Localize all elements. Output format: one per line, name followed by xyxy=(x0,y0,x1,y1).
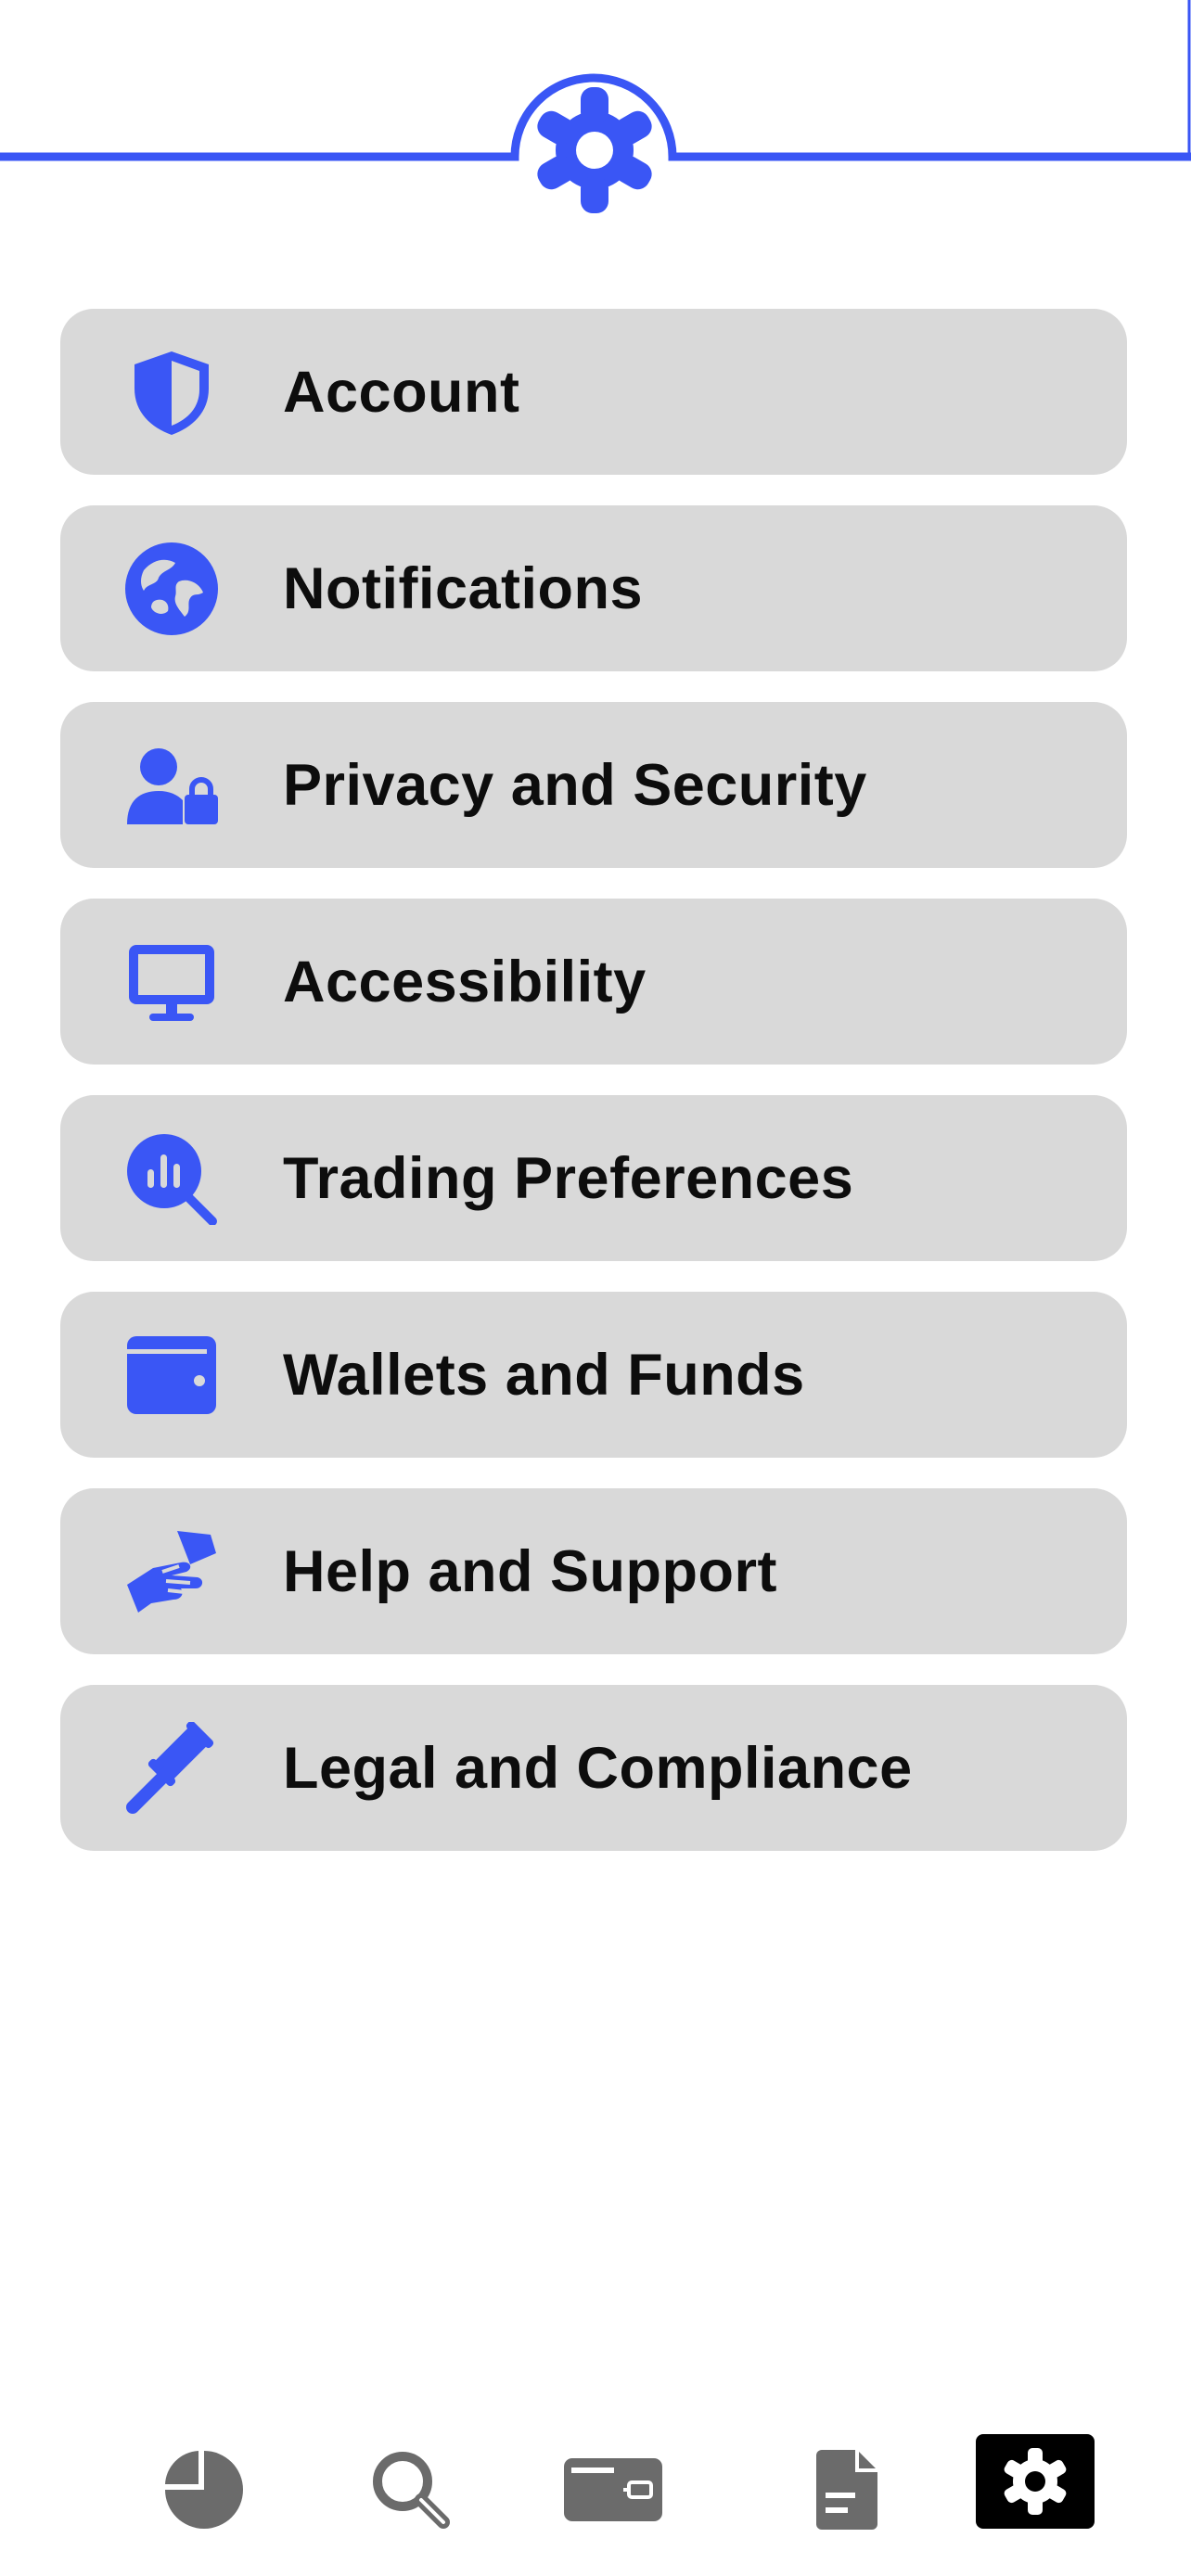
menu-item-accessibility[interactable]: Accessibility xyxy=(60,899,1127,1065)
handshake-icon xyxy=(125,1525,218,1618)
menu-item-label: Help and Support xyxy=(283,1538,777,1604)
header xyxy=(0,0,1191,223)
menu-item-wallets-funds[interactable]: Wallets and Funds xyxy=(60,1292,1127,1458)
document-icon xyxy=(816,2450,877,2530)
globe-icon xyxy=(125,542,218,635)
menu-item-label: Privacy and Security xyxy=(283,752,867,818)
menu-item-trading-preferences[interactable]: Trading Preferences xyxy=(60,1095,1127,1261)
menu-item-label: Wallets and Funds xyxy=(283,1342,805,1408)
menu-item-help-support[interactable]: Help and Support xyxy=(60,1488,1127,1654)
menu-item-legal-compliance[interactable]: Legal and Compliance xyxy=(60,1685,1127,1851)
menu-item-notifications[interactable]: Notifications xyxy=(60,505,1127,671)
search-icon xyxy=(373,2452,450,2529)
tab-settings[interactable] xyxy=(976,2434,1095,2529)
menu-item-label: Account xyxy=(283,359,520,425)
tab-documents[interactable] xyxy=(788,2439,909,2541)
header-divider xyxy=(0,0,1191,213)
menu-item-account[interactable]: Account xyxy=(60,309,1127,475)
gear-icon xyxy=(537,87,652,213)
settings-menu: Account Notifications Privacy and Securi… xyxy=(60,309,1127,1881)
tab-portfolio[interactable] xyxy=(144,2439,264,2541)
wallet-icon xyxy=(564,2458,662,2521)
menu-item-label: Notifications xyxy=(283,555,644,621)
tab-search[interactable] xyxy=(351,2439,471,2541)
shield-icon xyxy=(125,346,218,439)
tab-wallet[interactable] xyxy=(553,2439,673,2541)
monitor-icon xyxy=(125,936,218,1028)
user-lock-icon xyxy=(125,739,218,832)
wallet-icon xyxy=(125,1329,218,1422)
gear-icon xyxy=(1004,2448,1067,2515)
pie-chart-icon xyxy=(165,2451,243,2529)
chart-search-icon xyxy=(125,1132,218,1225)
menu-item-label: Trading Preferences xyxy=(283,1145,854,1211)
bottom-tab-bar xyxy=(0,2420,1191,2550)
menu-item-label: Legal and Compliance xyxy=(283,1735,913,1801)
menu-item-privacy-security[interactable]: Privacy and Security xyxy=(60,702,1127,868)
gavel-icon xyxy=(125,1721,218,1815)
menu-item-label: Accessibility xyxy=(283,949,647,1014)
